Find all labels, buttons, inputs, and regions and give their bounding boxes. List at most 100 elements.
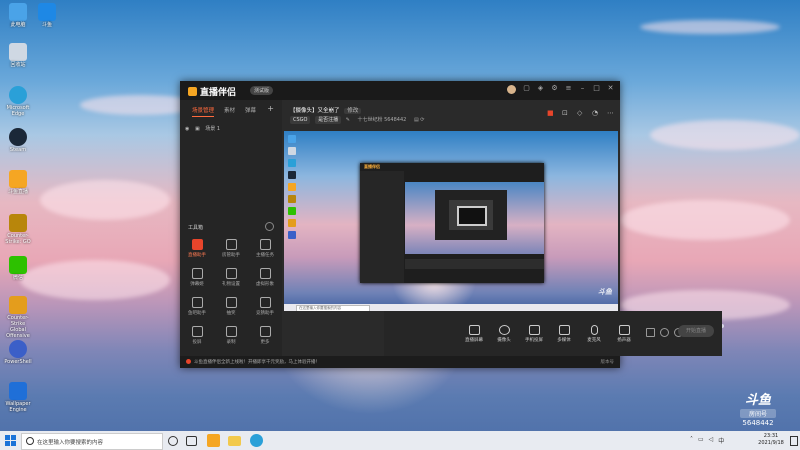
add-icon[interactable]: + xyxy=(267,105,274,117)
volume-icon[interactable]: ◁ xyxy=(709,436,714,445)
desktop-icon-wallpaper[interactable]: Wallpaper Engine xyxy=(3,382,33,413)
chart-icon[interactable]: ▤ xyxy=(414,117,419,123)
douyu-taskbar-icon[interactable] xyxy=(207,434,220,447)
edit-title-button[interactable]: 修改 xyxy=(344,108,362,114)
app-name: 直播伴侣 xyxy=(200,88,237,98)
cloud xyxy=(640,20,780,34)
category-button[interactable]: 是否注播 xyxy=(315,116,342,124)
nested-preview-window: 直播伴侣 xyxy=(360,163,544,283)
preview-icon xyxy=(288,135,296,143)
message-icon[interactable]: ▢ xyxy=(523,85,530,92)
status-message[interactable]: 斗鱼直播伴侣全新上线啦！开播即享千元奖励，马上体验开播！ xyxy=(186,359,320,365)
desktop-icon-computer[interactable]: 此电脑 xyxy=(3,3,33,28)
room-info: CSGO 是否注播 ✎ 十七世纪粉 5648442 ▤ ⟳ xyxy=(290,116,424,124)
clock[interactable]: 23:31 2021/9/18 xyxy=(753,433,789,447)
desktop-icon-douyu[interactable]: 斗鱼直播 xyxy=(3,170,33,195)
bottom-toolbar: 直播屏幕 摄像头 手机投屏 多媒体 麦克风 扬声器 开始直播 xyxy=(384,311,722,356)
maximize-icon[interactable]: □ xyxy=(593,85,600,92)
category-pill[interactable]: CSGO xyxy=(290,116,311,124)
notice-icon xyxy=(186,359,191,364)
desktop-icon-steam[interactable]: Steam xyxy=(3,128,33,153)
minimize-icon[interactable]: – xyxy=(579,85,586,92)
desktop-icon-recycle-bin[interactable]: 回收站 xyxy=(3,43,33,68)
start-live-button[interactable]: 开始直播 xyxy=(678,325,714,337)
tool-guess[interactable]: 竞猜助手 xyxy=(253,297,277,316)
media-button[interactable]: 多媒体 xyxy=(552,325,576,343)
tool-room-manager[interactable]: 房管助手 xyxy=(219,239,243,258)
screen-capture-button[interactable]: 直播屏幕 xyxy=(462,325,486,343)
main-area: 【摄像头】又全崩了 修改 CSGO 是否注播 ✎ 十七世纪粉 5648442 ▤… xyxy=(282,100,722,356)
recycle-bin-icon xyxy=(9,43,27,61)
watermark-room-id: 5648442 xyxy=(742,419,774,427)
camera-button[interactable]: 摄像头 xyxy=(492,325,516,343)
tool-danmaku[interactable]: 弹幕姬 xyxy=(185,268,209,287)
desktop-icon-app[interactable]: PowerShell xyxy=(3,340,33,365)
nested-left-pane xyxy=(360,171,404,283)
chevron-up-icon[interactable]: ˄ xyxy=(690,436,693,445)
desktop-icon-douyu-top[interactable]: 斗鱼 xyxy=(32,3,62,28)
menu-icon[interactable]: ≡ xyxy=(565,85,572,92)
stream-preview[interactable]: 直播伴侣 斗鱼 在这里输入你要搜索的内容 xyxy=(284,131,618,311)
status-right: 版本号 xyxy=(600,360,615,365)
edge-taskbar-icon[interactable] xyxy=(250,434,263,447)
cortana-icon[interactable] xyxy=(168,436,178,446)
notification-icon[interactable] xyxy=(790,436,798,446)
tab-danmaku[interactable]: 弹幕 xyxy=(245,106,256,117)
settings-icon[interactable]: ⚙ xyxy=(551,85,558,92)
tool-lottery[interactable]: 抽奖 xyxy=(219,297,243,316)
desktop-icon-csgo[interactable]: Counter-Strike: GO xyxy=(3,214,33,245)
taskbar-search[interactable]: 在这里输入你要搜索的内容 xyxy=(21,433,163,450)
douyu-watermark: 斗鱼 房间号 5648442 xyxy=(740,389,776,427)
tool-fish-bar[interactable]: 鱼吧助手 xyxy=(185,297,209,316)
bell-icon[interactable]: ◔ xyxy=(592,110,599,117)
speaker-button[interactable]: 扬声器 xyxy=(612,325,636,343)
lock-icon[interactable]: ▣ xyxy=(195,126,200,132)
tool-live-assistant[interactable]: 直播助手 xyxy=(185,239,209,258)
microphone-button[interactable]: 麦克风 xyxy=(582,325,606,343)
nested-preview xyxy=(405,182,544,254)
windows-start-icon[interactable] xyxy=(5,435,16,446)
status-text: 斗鱼直播伴侣全新上线啦！开播即享千元奖励，马上体验开播！ xyxy=(194,360,320,365)
search-placeholder: 在这里输入你要搜索的内容 xyxy=(37,440,104,446)
refresh-icon[interactable]: ⟳ xyxy=(420,117,424,123)
shield-icon[interactable]: ◇ xyxy=(577,110,584,117)
timer-icon[interactable] xyxy=(660,328,669,337)
version-badge[interactable]: 测试版 xyxy=(250,86,274,95)
tool-label: 礼物设置 xyxy=(222,282,240,287)
desktop-icon-edge[interactable]: Microsoft Edge xyxy=(3,86,33,117)
more-icon[interactable]: ⋯ xyxy=(607,110,614,117)
task-view-icon[interactable] xyxy=(186,436,197,446)
share-icon[interactable]: ⊡ xyxy=(562,110,569,117)
app-logo: 直播伴侣 xyxy=(188,85,236,98)
tool-cast[interactable]: 投屏 xyxy=(185,326,209,345)
desktop-icon-csgo2[interactable]: Counter-Strike Global Offensive xyxy=(3,296,33,339)
scene-item[interactable]: ◉ ▣ 场景 1 xyxy=(185,125,282,132)
ime-icon[interactable]: 中 xyxy=(718,436,724,445)
close-icon[interactable]: ✕ xyxy=(607,85,614,92)
gift-box-icon[interactable]: ■ xyxy=(547,110,554,117)
room-title: 【摄像头】又全崩了 修改 xyxy=(290,106,362,114)
tool-gift[interactable]: 礼物设置 xyxy=(219,268,243,287)
desktop-icon-label: 此电脑 xyxy=(10,22,26,28)
wechat-icon xyxy=(9,256,27,274)
eye-icon[interactable]: ◉ xyxy=(185,126,189,132)
gift-icon[interactable]: ◈ xyxy=(537,85,544,92)
file-explorer-icon[interactable] xyxy=(228,436,241,446)
record-icon[interactable] xyxy=(646,328,655,337)
tool-more[interactable]: 更多 xyxy=(253,326,277,345)
title-bar[interactable]: 直播伴侣 测试版 ▢ ◈ ⚙ ≡ – □ ✕ xyxy=(180,81,620,100)
tab-scenes[interactable]: 场景管理 xyxy=(192,106,215,117)
phone-cast-button[interactable]: 手机投屏 xyxy=(522,325,546,343)
button-label: 多媒体 xyxy=(557,338,571,343)
tab-assets[interactable]: 素材 xyxy=(224,106,235,117)
avatar[interactable] xyxy=(507,85,516,94)
desktop-icon-wechat[interactable]: 微信 xyxy=(3,256,33,281)
preview-desktop-icons xyxy=(288,133,300,243)
tool-tasks[interactable]: 主播任务 xyxy=(253,239,277,258)
pencil-icon[interactable]: ✎ xyxy=(346,117,350,123)
network-icon[interactable]: ▭ xyxy=(698,436,704,445)
tool-record[interactable]: 录制 xyxy=(219,326,243,345)
tool-avatar[interactable]: 虚拟形象 xyxy=(253,268,277,287)
nested-preview-4 xyxy=(457,206,487,226)
tools-settings-icon[interactable] xyxy=(265,222,274,231)
